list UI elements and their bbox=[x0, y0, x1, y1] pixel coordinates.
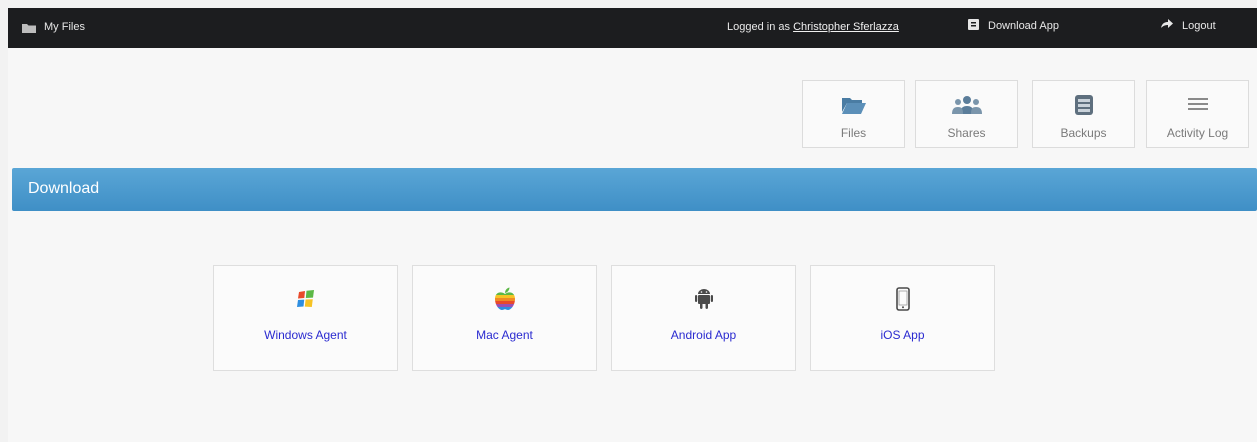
download-app-icon bbox=[968, 19, 979, 33]
backups-label: Backups bbox=[1060, 126, 1107, 140]
download-section-title: Download bbox=[28, 180, 100, 197]
windows-agent-label: Windows Agent bbox=[264, 328, 347, 342]
shares-nav-button[interactable]: Shares bbox=[915, 80, 1018, 148]
files-nav-button[interactable]: Files bbox=[802, 80, 905, 148]
android-app-card[interactable]: Android App bbox=[611, 265, 796, 371]
smartphone-icon bbox=[895, 286, 910, 312]
android-app-label: Android App bbox=[670, 328, 737, 342]
android-robot-icon bbox=[694, 286, 713, 312]
users-icon bbox=[951, 93, 982, 117]
mac-agent-label: Mac Agent bbox=[476, 328, 533, 342]
logout-label: Logout bbox=[1182, 19, 1216, 32]
logged-in-label: Logged in as bbox=[727, 21, 790, 33]
backups-nav-button[interactable]: Backups bbox=[1032, 80, 1135, 148]
my-files-link[interactable]: My Files bbox=[22, 21, 85, 33]
my-files-label: My Files bbox=[44, 21, 85, 33]
app-frame: My Files Logged in as Christopher Sferla… bbox=[8, 8, 1257, 442]
activity-log-label: Activity Log bbox=[1166, 126, 1229, 140]
download-app-link[interactable]: Download App bbox=[968, 19, 1059, 33]
logout-link[interactable]: Logout bbox=[1161, 19, 1216, 32]
logout-arrow-icon bbox=[1161, 19, 1173, 32]
download-section-header: Download bbox=[12, 168, 1257, 211]
list-lines-icon bbox=[1187, 93, 1208, 117]
files-label: Files bbox=[840, 126, 867, 140]
folder-open-icon bbox=[841, 93, 866, 117]
login-status: Logged in as Christopher Sferlazza bbox=[727, 21, 899, 33]
windows-logo-icon bbox=[296, 286, 315, 312]
folder-icon bbox=[22, 22, 36, 33]
download-app-label: Download App bbox=[988, 20, 1059, 32]
top-bar: My Files Logged in as Christopher Sferla… bbox=[8, 8, 1257, 48]
user-name-link[interactable]: Christopher Sferlazza bbox=[793, 21, 899, 33]
server-icon bbox=[1074, 93, 1094, 117]
mac-agent-card[interactable]: Mac Agent bbox=[412, 265, 597, 371]
windows-agent-card[interactable]: Windows Agent bbox=[213, 265, 398, 371]
ios-app-label: iOS App bbox=[880, 328, 925, 342]
ios-app-card[interactable]: iOS App bbox=[810, 265, 995, 371]
activity-log-nav-button[interactable]: Activity Log bbox=[1146, 80, 1249, 148]
apple-logo-icon bbox=[494, 286, 516, 312]
shares-label: Shares bbox=[947, 126, 986, 140]
